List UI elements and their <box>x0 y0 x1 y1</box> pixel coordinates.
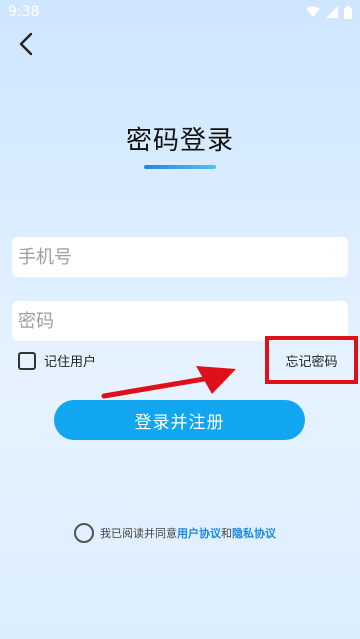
login-register-button[interactable]: 登录并注册 <box>54 400 305 440</box>
forgot-password-link[interactable]: 忘记密码 <box>285 351 337 370</box>
user-agreement-link[interactable]: 用户协议 <box>177 527 221 540</box>
status-time: 9:38 <box>8 4 40 20</box>
agreement-connector: 和 <box>221 527 232 540</box>
chevron-left-icon <box>19 32 33 56</box>
remember-label: 记住用户 <box>44 355 97 370</box>
back-button[interactable] <box>12 30 40 58</box>
agreement-text: 我已阅读并同意用户协议和隐私协议 <box>100 525 276 541</box>
privacy-agreement-link[interactable]: 隐私协议 <box>232 527 276 540</box>
phone-input[interactable] <box>12 237 348 277</box>
password-input[interactable] <box>12 301 348 341</box>
agreement-row: 我已阅读并同意用户协议和隐私协议 <box>74 523 276 543</box>
status-icons <box>306 5 352 19</box>
wifi-icon <box>306 6 320 17</box>
title-underline <box>144 165 216 169</box>
status-bar: 9:38 <box>0 0 360 24</box>
page-title: 密码登录 <box>125 126 234 156</box>
remember-checkbox[interactable] <box>18 351 36 370</box>
title-block: 密码登录 <box>0 120 360 169</box>
battery-icon <box>344 5 352 19</box>
agreement-radio[interactable] <box>74 523 94 543</box>
agreement-prefix: 我已阅读并同意 <box>100 527 177 540</box>
remember-user-toggle[interactable]: 记住用户 <box>18 351 96 370</box>
forgot-password-highlight: 忘记密码 <box>265 336 358 384</box>
signal-icon <box>326 6 338 18</box>
login-register-label: 登录并注册 <box>134 412 225 433</box>
